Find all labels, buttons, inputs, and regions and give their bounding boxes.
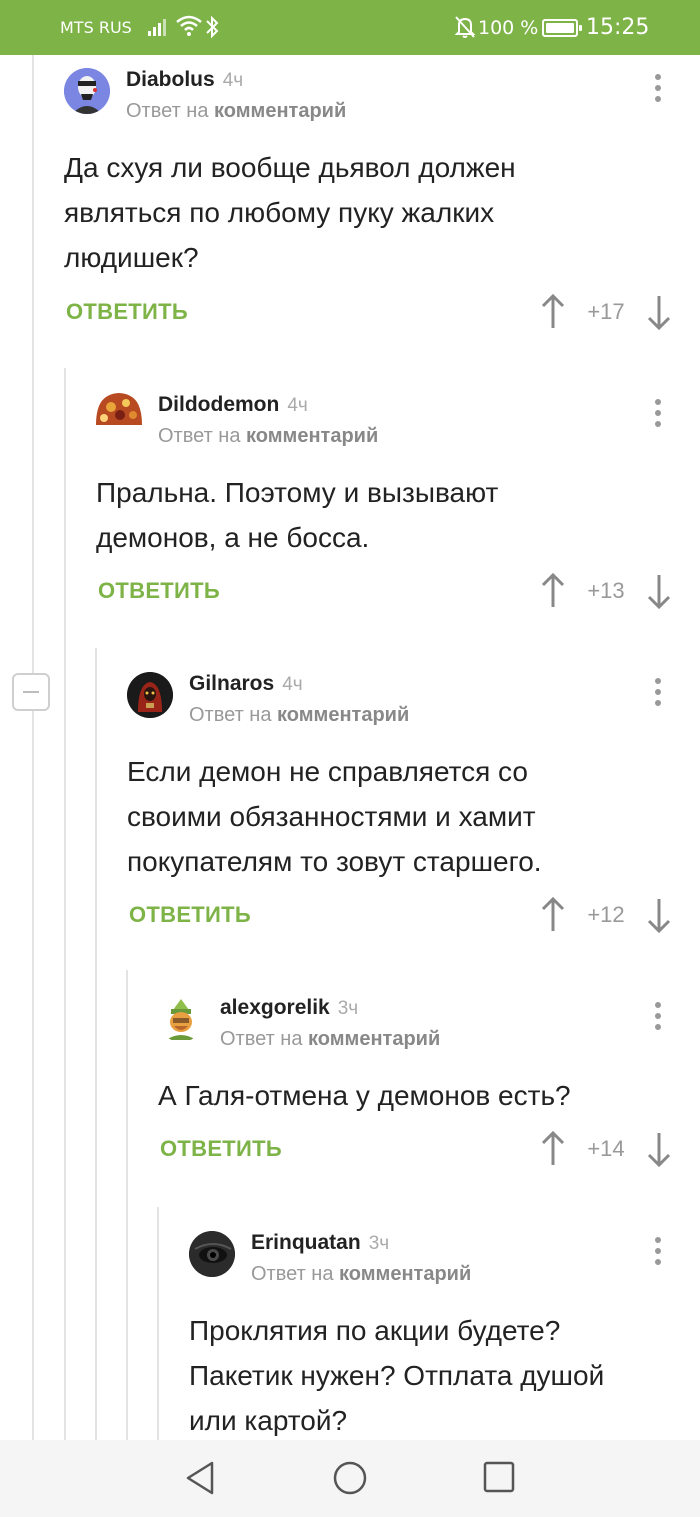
clock: 15:25 — [586, 15, 650, 40]
reply-target-link[interactable]: комментарий — [339, 1263, 471, 1285]
reply-to: Ответ на комментарий — [251, 1263, 472, 1285]
author-name[interactable]: Dildodemon 4ч — [158, 393, 308, 417]
reply-button[interactable]: ОТВЕТИТЬ — [129, 902, 251, 928]
upvote-icon[interactable] — [540, 1131, 566, 1167]
comment: alexgorelik 3ч Ответ на комментарий А Гал… — [158, 996, 688, 1176]
comment-body: Пральна. Поэтому и вызывают демонов, а н… — [96, 477, 499, 553]
comment-time: 4ч — [282, 674, 303, 695]
reply-to: Ответ на комментарий — [126, 100, 347, 122]
thread-line — [157, 1207, 159, 1440]
vote-widget: +13 — [540, 573, 680, 609]
reply-button[interactable]: ОТВЕТИТЬ — [98, 578, 220, 604]
carrier-label: MTS RUS — [60, 18, 132, 37]
vote-widget: +12 — [540, 897, 680, 933]
reply-button[interactable]: ОТВЕТИТЬ — [66, 299, 188, 325]
collapse-thread-button[interactable] — [12, 673, 50, 711]
more-options-icon[interactable] — [654, 678, 662, 708]
recent-apps-icon[interactable] — [482, 1460, 516, 1494]
navigation-bar — [0, 1440, 700, 1517]
upvote-icon[interactable] — [540, 294, 566, 330]
battery-percent: 100 % — [478, 17, 539, 39]
reply-target-link[interactable]: комментарий — [277, 704, 409, 726]
more-options-icon[interactable] — [654, 399, 662, 429]
status-bar: MTS RUS 100 % 15:25 — [0, 0, 700, 55]
wifi-icon — [176, 15, 202, 36]
score: +13 — [587, 578, 625, 603]
muted-bell-icon — [454, 16, 476, 38]
thread-line — [64, 368, 66, 1440]
comment-time: 3ч — [368, 1233, 390, 1254]
vote-widget: +14 — [540, 1131, 680, 1167]
avatar[interactable] — [127, 672, 173, 718]
comment-body: Проклятия по акции будете? Пакетик нужен… — [189, 1315, 605, 1436]
reply-to: Ответ на комментарий — [189, 704, 410, 726]
reply-to: Ответ на комментарий — [158, 425, 379, 447]
avatar[interactable] — [189, 1231, 235, 1277]
thread-line — [126, 970, 128, 1440]
comment-time: 3ч — [337, 998, 359, 1019]
reply-to: Ответ на комментарий — [220, 1028, 441, 1050]
comment: Erinquatan 3ч Ответ на комментарий Прокля… — [189, 1231, 689, 1440]
reply-target-link[interactable]: комментарий — [246, 425, 378, 447]
comment: Dildodemon 4ч Ответ на комментарий Пральн… — [96, 393, 686, 623]
home-icon[interactable] — [332, 1460, 368, 1496]
back-icon[interactable] — [184, 1460, 216, 1496]
comment-body: Если демон не справляется со своими обяз… — [127, 756, 542, 877]
author-name[interactable]: Erinquatan 3ч — [251, 1231, 389, 1255]
vote-widget: +17 — [540, 294, 680, 330]
comment: Gilnaros 4ч Ответ на комментарий Если дем… — [127, 672, 687, 942]
more-options-icon[interactable] — [654, 1237, 662, 1267]
avatar[interactable] — [96, 393, 142, 425]
battery-icon — [542, 19, 582, 37]
upvote-icon[interactable] — [540, 573, 566, 609]
author-name[interactable]: alexgorelik 3ч — [220, 996, 358, 1020]
comment-time: 4ч — [287, 395, 308, 416]
avatar[interactable] — [64, 68, 110, 114]
downvote-icon[interactable] — [646, 897, 672, 933]
more-options-icon[interactable] — [654, 1002, 662, 1032]
score: +12 — [587, 902, 625, 927]
upvote-icon[interactable] — [540, 897, 566, 933]
comment: Diabolus 4ч Ответ на комментарий Да схуя … — [64, 68, 684, 338]
downvote-icon[interactable] — [646, 1131, 672, 1167]
comment-body: Да схуя ли вообще дьявол должен являться… — [64, 152, 516, 273]
author-name[interactable]: Gilnaros 4ч — [189, 672, 303, 696]
author-name[interactable]: Diabolus 4ч — [126, 68, 243, 92]
downvote-icon[interactable] — [646, 573, 672, 609]
score: +17 — [587, 299, 625, 324]
thread-line — [95, 648, 97, 1440]
signal-icon — [148, 19, 166, 36]
reply-button[interactable]: ОТВЕТИТЬ — [160, 1136, 282, 1162]
score: +14 — [587, 1136, 625, 1161]
downvote-icon[interactable] — [646, 294, 672, 330]
thread-line — [32, 711, 34, 1440]
comment-time: 4ч — [222, 70, 244, 91]
reply-target-link[interactable]: комментарий — [308, 1028, 440, 1050]
more-options-icon[interactable] — [654, 74, 662, 104]
comment-body: А Галя-отмена у демонов есть? — [158, 1080, 571, 1111]
reply-target-link[interactable]: комментарий — [214, 100, 346, 122]
bluetooth-icon — [206, 15, 219, 39]
thread-line — [32, 55, 34, 673]
avatar[interactable] — [158, 996, 204, 1042]
